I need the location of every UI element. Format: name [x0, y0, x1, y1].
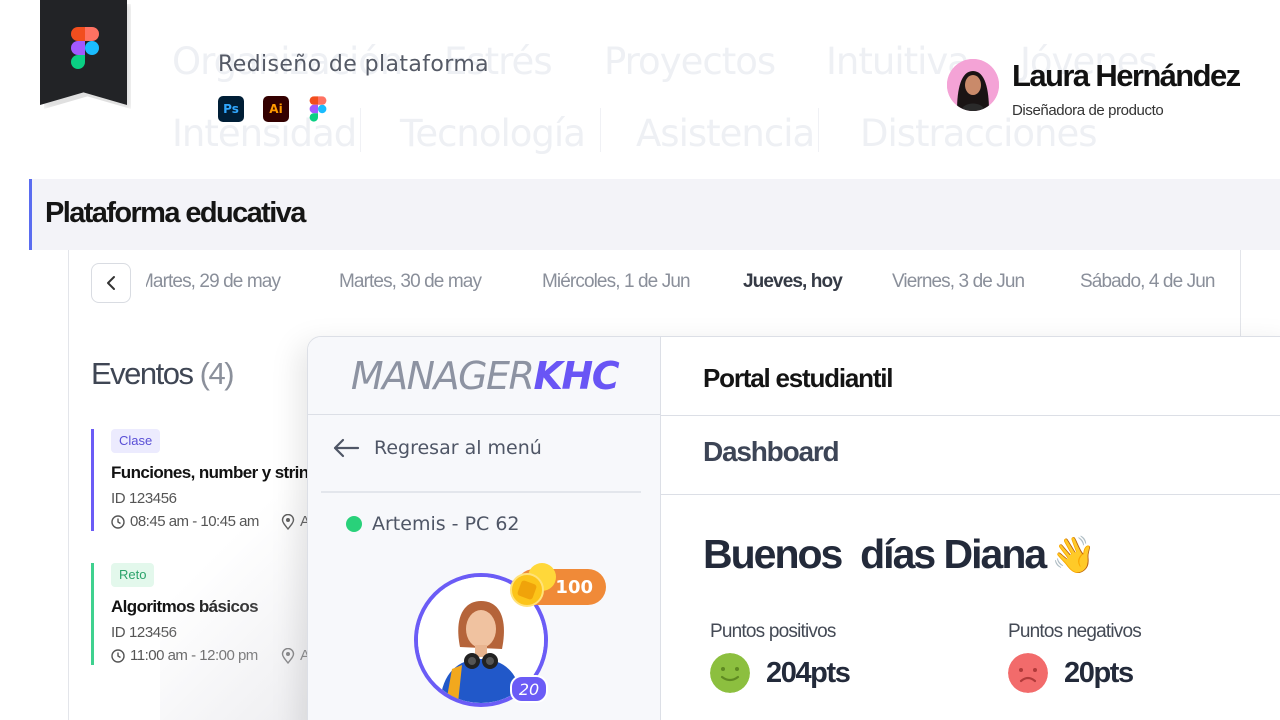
dashboard-tab[interactable]: Dashboard — [703, 436, 840, 468]
sad-face-icon — [1008, 653, 1048, 693]
positive-points-label: Puntos positivos — [710, 621, 836, 642]
app-logo-part2: KHC — [533, 353, 619, 398]
greeting-text: Buenos días Diana — [703, 531, 1047, 577]
event-tag: Reto — [111, 563, 155, 587]
background-word: Tecnología — [400, 112, 586, 155]
date-item[interactable]: Martes, 29 de may — [146, 271, 281, 293]
online-status-dot — [346, 516, 362, 532]
clock-icon — [111, 514, 125, 529]
app-sidebar: MANAGER KHC Regresar al menú Artemis - PC… — [308, 337, 661, 720]
event-color-bar — [91, 563, 94, 665]
author-name: Laura Hernández — [1012, 58, 1241, 93]
figma-icon — [71, 27, 99, 69]
date-item[interactable]: Miércoles, 1 de Jun — [542, 271, 691, 293]
app-logo: MANAGER KHC — [308, 337, 661, 415]
happy-face-icon — [710, 653, 750, 693]
event-tag: Clase — [111, 429, 161, 453]
clock-icon — [111, 648, 125, 663]
negative-points-value: 20pts — [1064, 657, 1134, 689]
back-to-menu-label: Regresar al menú — [374, 437, 542, 459]
events-title: Eventos (4) — [91, 356, 235, 392]
illustrator-icon: Ai — [263, 96, 289, 122]
waving-hand-icon: 👋 — [1051, 533, 1096, 575]
portal-title: Portal estudiantil — [703, 363, 894, 393]
project-title: Rediseño de plataforma — [218, 52, 490, 77]
date-item[interactable]: Sábado, 4 de Jun — [1080, 271, 1215, 293]
station-label: Artemis - PC 62 — [372, 513, 520, 535]
previous-date-button[interactable] — [91, 263, 131, 303]
date-item[interactable]: Martes, 30 de may — [339, 271, 482, 293]
background-word: Asistencia — [636, 112, 815, 155]
back-to-menu-link[interactable]: Regresar al menú — [332, 437, 542, 459]
author-avatar — [947, 59, 999, 111]
background-word: Proyectos — [604, 40, 776, 83]
figma-icon — [309, 96, 327, 122]
events-count: (4) — [199, 356, 235, 391]
greeting-heading: Buenos días Diana 👋 — [703, 531, 1096, 578]
app-logo-part1: MANAGER — [350, 353, 535, 398]
negative-points-label: Puntos negativos — [1008, 621, 1142, 642]
positive-points-value: 204pts — [766, 657, 851, 689]
author-role: Diseñadora de producto — [1012, 102, 1164, 119]
station-status: Artemis - PC 62 — [346, 513, 520, 535]
app-mockup: MANAGER KHC Regresar al menú Artemis - PC… — [307, 336, 1280, 720]
date-item-today[interactable]: Jueves, hoy — [743, 271, 843, 293]
app-main: Portal estudiantil Dashboard Buenos días… — [661, 337, 1280, 720]
chevron-left-icon — [107, 276, 115, 290]
date-item[interactable]: Viernes, 3 de Jun — [892, 271, 1025, 293]
events-title-label: Eventos — [91, 356, 194, 391]
section-title: Plataforma educativa — [45, 197, 306, 229]
date-strip: Martes, 29 de may Martes, 30 de may Miér… — [146, 268, 1236, 302]
photoshop-icon: Ps — [218, 96, 244, 122]
event-name: Funciones, number y strings — [111, 463, 328, 482]
event-color-bar — [91, 429, 94, 531]
level-badge: 20 — [510, 675, 548, 703]
figma-bookmark — [40, 0, 127, 105]
arrow-left-icon — [333, 438, 360, 458]
